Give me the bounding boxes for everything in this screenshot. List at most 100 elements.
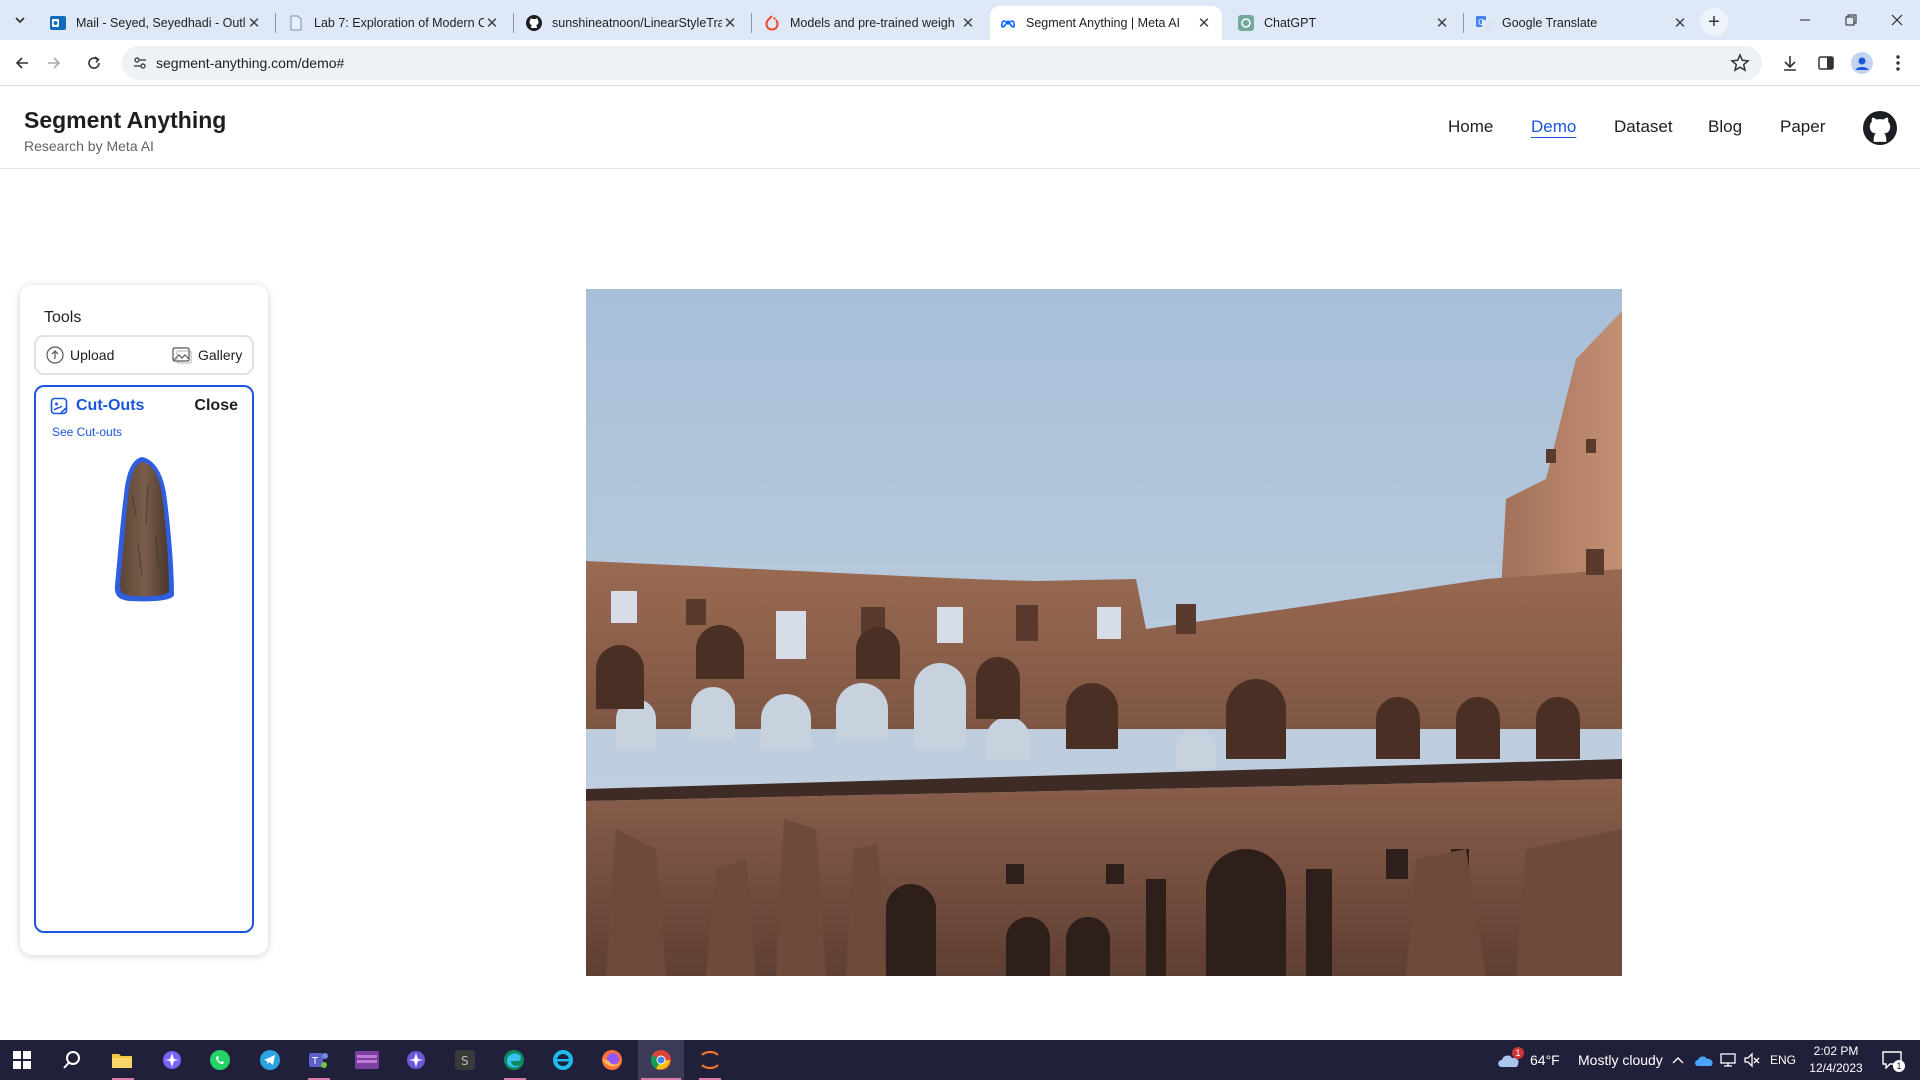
browser-toolbar: segment-anything.com/demo#: [0, 40, 1920, 86]
site-subtitle: Research by Meta AI: [24, 138, 154, 154]
minimize-button[interactable]: [1782, 0, 1828, 40]
address-bar[interactable]: segment-anything.com/demo#: [122, 46, 1762, 80]
close-icon: [1891, 14, 1903, 26]
site-title[interactable]: Segment Anything: [24, 107, 226, 134]
download-icon: [1784, 56, 1796, 71]
taskbar-edge[interactable]: [502, 1048, 526, 1072]
nav-dataset[interactable]: Dataset: [1614, 117, 1673, 137]
tab-search-button[interactable]: [8, 8, 32, 32]
github-icon: [526, 15, 542, 31]
profile-button[interactable]: [1850, 51, 1874, 75]
nav-blog[interactable]: Blog: [1708, 117, 1742, 137]
taskbar-jupyter[interactable]: [698, 1048, 722, 1072]
svg-text:T: T: [311, 1056, 319, 1067]
tab-divider: [513, 13, 514, 33]
taskbar-teams[interactable]: T: [306, 1048, 330, 1072]
taskbar-chrome[interactable]: [649, 1048, 673, 1072]
forward-button[interactable]: [40, 49, 68, 77]
tab-title: Google Translate: [1502, 16, 1598, 30]
cutout-thumbnail[interactable]: [112, 455, 176, 603]
taskbar-app-purple[interactable]: [355, 1048, 379, 1072]
new-tab-button[interactable]: +: [1700, 8, 1728, 36]
taskbar-internet-explorer[interactable]: [551, 1048, 575, 1072]
browser-tab-segment-anything[interactable]: Segment Anything | Meta AI ✕: [990, 6, 1222, 40]
input-language[interactable]: ENG: [1770, 1053, 1796, 1067]
back-button[interactable]: [8, 49, 36, 77]
side-panel-icon: [1818, 56, 1834, 70]
taskbar-whatsapp[interactable]: [208, 1048, 232, 1072]
show-hidden-icons-button[interactable]: [1670, 1048, 1686, 1072]
weather-description[interactable]: Mostly cloudy: [1578, 1052, 1663, 1068]
taskbar-telegram[interactable]: [258, 1048, 282, 1072]
browser-tab-lab7[interactable]: Lab 7: Exploration of Modern C ✕: [278, 6, 510, 40]
clock-time[interactable]: 2:02 PM: [1808, 1044, 1864, 1058]
side-panel-button[interactable]: [1814, 51, 1838, 75]
taskbar-search-button[interactable]: [60, 1048, 84, 1072]
browser-tab-outlook[interactable]: Mail - Seyed, Seyedhadi - Outl ✕: [40, 6, 272, 40]
tab-divider: [751, 13, 752, 33]
browser-tab-pytorch[interactable]: Models and pre-trained weigh ✕: [754, 6, 986, 40]
whatsapp-icon: [210, 1050, 230, 1070]
demo-image[interactable]: [586, 289, 1622, 976]
s-app-icon: S: [455, 1050, 475, 1070]
taskbar-firefox[interactable]: [600, 1048, 624, 1072]
teams-icon: T: [309, 1053, 328, 1068]
network-icon: [1720, 1053, 1736, 1067]
upload-button[interactable]: Upload: [46, 345, 114, 365]
edge-icon: [504, 1050, 524, 1070]
arrow-right-icon: [48, 57, 61, 69]
upload-label: Upload: [70, 347, 115, 363]
downloads-button[interactable]: [1778, 51, 1802, 75]
gallery-label: Gallery: [198, 347, 243, 363]
cutouts-close-button[interactable]: Close: [194, 397, 238, 415]
onedrive-icon: [1695, 1056, 1713, 1066]
copilot-icon: [407, 1051, 425, 1069]
document-icon: [288, 15, 304, 31]
svg-text:G: G: [1478, 18, 1484, 27]
tools-actions: Upload Gallery: [34, 335, 254, 375]
nav-demo[interactable]: Demo: [1531, 117, 1576, 137]
weather-temperature[interactable]: 64°F: [1530, 1052, 1560, 1068]
see-cutouts-link[interactable]: See Cut-outs: [52, 425, 122, 439]
nav-home[interactable]: Home: [1448, 117, 1493, 137]
taskbar-copilot-app-2[interactable]: [404, 1048, 428, 1072]
taskbar-file-explorer[interactable]: [110, 1048, 134, 1072]
google-translate-icon: G: [1476, 15, 1492, 31]
internet-explorer-icon: [553, 1050, 573, 1070]
svg-text:S: S: [461, 1054, 469, 1068]
clock-date[interactable]: 12/4/2023: [1808, 1061, 1864, 1075]
search-icon: [63, 1051, 80, 1069]
tools-panel: Tools Upload Gallery Cut-Outs Close See …: [20, 285, 268, 955]
taskbar-copilot-app[interactable]: [160, 1048, 184, 1072]
close-tab-icon[interactable]: ✕: [960, 15, 976, 32]
site-info-icon[interactable]: [132, 55, 148, 71]
close-tab-icon[interactable]: ✕: [1196, 15, 1212, 32]
start-button[interactable]: [10, 1048, 34, 1072]
close-tab-icon[interactable]: ✕: [1434, 15, 1450, 32]
chevron-up-icon: [1672, 1057, 1684, 1064]
restore-button[interactable]: [1828, 0, 1874, 40]
taskbar-app-s[interactable]: S: [453, 1048, 477, 1072]
browser-menu-button[interactable]: [1886, 51, 1910, 75]
close-tab-icon[interactable]: ✕: [484, 15, 500, 32]
github-icon[interactable]: [1863, 111, 1897, 145]
network-tray[interactable]: [1718, 1048, 1738, 1072]
close-tab-icon[interactable]: ✕: [246, 15, 262, 32]
reload-button[interactable]: [80, 49, 108, 77]
cutouts-title: Cut-Outs: [50, 397, 144, 415]
media-app-icon: [355, 1051, 379, 1069]
bookmark-star-icon[interactable]: [1730, 53, 1750, 73]
gallery-button[interactable]: Gallery: [172, 345, 242, 365]
nav-paper[interactable]: Paper: [1780, 117, 1825, 137]
close-tab-icon[interactable]: ✕: [722, 15, 738, 32]
browser-tab-google-translate[interactable]: G Google Translate ✕: [1466, 6, 1698, 40]
close-tab-icon[interactable]: ✕: [1672, 15, 1688, 32]
onedrive-tray[interactable]: [1694, 1048, 1714, 1072]
browser-tab-github[interactable]: sunshineatnoon/LinearStyleTra ✕: [516, 6, 748, 40]
browser-tab-chatgpt[interactable]: ChatGPT ✕: [1228, 6, 1460, 40]
volume-tray[interactable]: [1742, 1048, 1762, 1072]
url-text[interactable]: segment-anything.com/demo#: [156, 55, 344, 71]
close-window-button[interactable]: [1874, 0, 1920, 40]
tools-title: Tools: [44, 309, 82, 326]
restore-icon: [1845, 14, 1857, 26]
